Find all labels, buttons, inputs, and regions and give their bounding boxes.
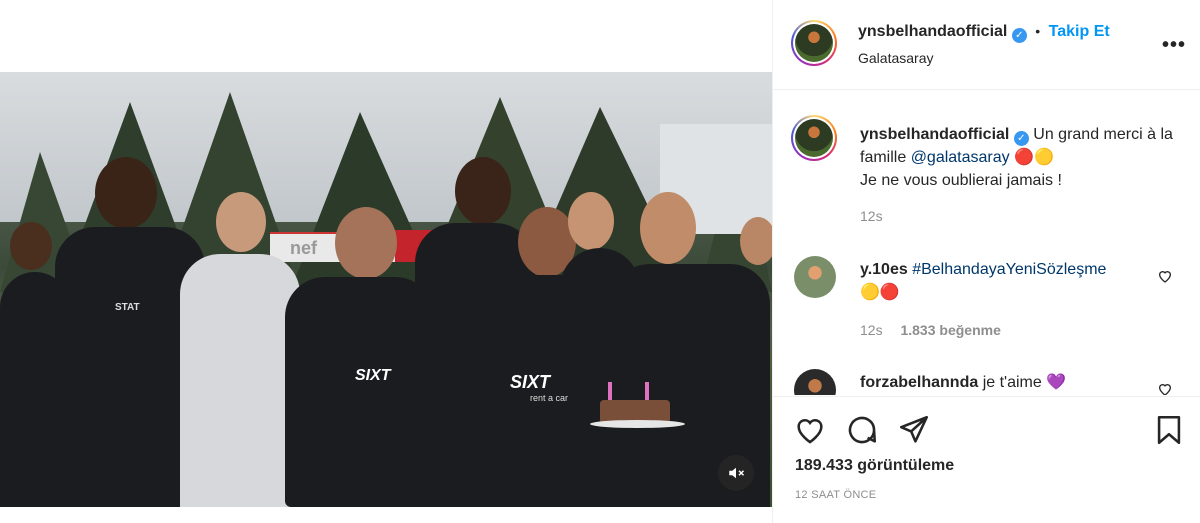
comment-username[interactable]: y.10es — [860, 261, 908, 278]
comment-meta: 12s 1.833 beğenme — [860, 322, 1001, 338]
caption-username[interactable]: ynsbelhandaofficial — [860, 126, 1009, 143]
caption-time: 12s — [860, 208, 883, 224]
comment-text: forzabelhannda je t'aime 💜 — [860, 371, 1180, 394]
post-location[interactable]: Galatasaray — [858, 50, 933, 66]
share-paper-plane-icon[interactable] — [897, 413, 931, 447]
post-sidebar: ynsbelhandaofficial ✓ • Takip Et Galatas… — [773, 0, 1200, 523]
caption-item: ynsbelhandaofficial ✓ Un grand merci à l… — [791, 115, 1181, 225]
save-bookmark-icon[interactable] — [1152, 413, 1186, 447]
comment-item: y.10es #BelhandayaYeniSözleşme 🟡🔴 12s 1.… — [791, 256, 1181, 346]
caption-avatar[interactable] — [791, 115, 837, 161]
separator-dot: • — [1035, 23, 1041, 39]
author-avatar[interactable] — [791, 20, 837, 66]
speaker-muted-icon — [729, 467, 745, 479]
follow-button[interactable]: Takip Et — [1049, 23, 1110, 40]
comment-likes[interactable]: 1.833 beğenme — [900, 322, 1000, 338]
comment-like-heart-icon[interactable] — [1157, 268, 1173, 287]
post-media-area: nef STAT SIXT SIXT rent a car — [0, 0, 775, 523]
video-person — [180, 192, 300, 507]
comment-item: forzabelhannda je t'aime 💜 — [791, 369, 1181, 395]
caption-mention[interactable]: @galatasaray — [911, 149, 1010, 166]
comment-text: y.10es #BelhandayaYeniSözleşme 🟡🔴 — [860, 258, 1180, 304]
comment-body: je t'aime — [982, 374, 1042, 391]
comment-bubble-icon[interactable] — [845, 413, 879, 447]
comment-emoji: 💜 — [1046, 374, 1067, 391]
sponsor-sixt-label: SIXT — [355, 367, 391, 384]
sponsor-sixt-label-2: SIXT — [510, 372, 551, 392]
commenter-avatar[interactable] — [794, 369, 836, 395]
post-time-ago[interactable]: 12 SAAT ÖNCE — [795, 489, 876, 501]
sponsor-stat-label: STAT — [115, 302, 140, 313]
video-person — [740, 217, 772, 337]
comment-hashtag[interactable]: #BelhandayaYeniSözleşme — [912, 261, 1106, 278]
comment-emoji: 🟡🔴 — [860, 284, 900, 301]
comments-section[interactable]: ynsbelhandaofficial ✓ Un grand merci à l… — [773, 91, 1200, 395]
video-person: SIXT — [285, 207, 435, 507]
birthday-cake — [590, 382, 685, 432]
comment-time: 12s — [860, 322, 883, 338]
verified-badge-icon: ✓ — [1011, 28, 1027, 43]
view-count[interactable]: 189.433 görüntüleme — [795, 457, 954, 475]
post-actions: 189.433 görüntüleme 12 SAAT ÖNCE — [773, 396, 1200, 523]
sponsor-sub-label: rent a car — [530, 393, 569, 403]
caption-line2: Je ne vous oublierai jamais ! — [860, 172, 1062, 189]
author-username[interactable]: ynsbelhandaofficial — [858, 23, 1007, 40]
verified-badge-icon: ✓ — [1013, 131, 1029, 146]
commenter-avatar[interactable] — [794, 256, 836, 298]
caption-emoji: 🔴🟡 — [1014, 149, 1054, 166]
more-options-icon[interactable]: ••• — [1162, 34, 1186, 57]
comment-username[interactable]: forzabelhannda — [860, 374, 978, 391]
comment-like-heart-icon[interactable] — [1157, 381, 1173, 395]
header-user-row: ynsbelhandaofficial ✓ • Takip Et — [858, 23, 1110, 43]
mute-toggle-button[interactable] — [718, 455, 754, 491]
post-header: ynsbelhandaofficial ✓ • Takip Et Galatas… — [773, 0, 1200, 90]
like-heart-icon[interactable] — [793, 413, 827, 447]
caption-text: ynsbelhandaofficial ✓ Un grand merci à l… — [860, 123, 1180, 192]
video-player[interactable]: nef STAT SIXT SIXT rent a car — [0, 72, 772, 507]
